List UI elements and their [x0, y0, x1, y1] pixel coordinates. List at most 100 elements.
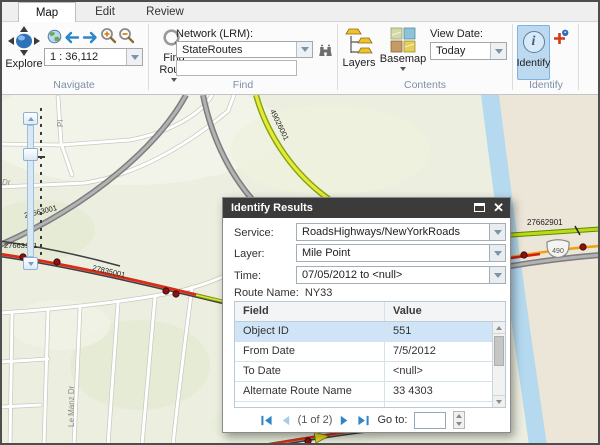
explore-button[interactable]: Explore: [4, 26, 44, 70]
dialog-title: Identify Results: [231, 202, 313, 214]
identify-route-crosshair-icon[interactable]: [551, 29, 569, 45]
zoom-in-icon[interactable]: [99, 27, 117, 43]
street-label: Pl: [56, 120, 65, 127]
identify-results-dialog: Identify Results ✕ Service: RoadsHighway…: [222, 197, 511, 433]
zoom-slider-ticks: [40, 108, 42, 256]
shield-label: 490: [552, 248, 564, 255]
identify-button[interactable]: i Identify: [517, 25, 550, 80]
spinner-up-icon: [456, 414, 462, 418]
basemap-icon: [390, 27, 416, 53]
service-combobox[interactable]: RoadsHighways/NewYorkRoads: [296, 223, 506, 241]
tab-map[interactable]: Map: [18, 2, 76, 22]
route-shield-490: 490: [547, 240, 569, 258]
identify-icon-letter: i: [532, 34, 536, 50]
chevron-down-icon: [495, 49, 503, 54]
page-indicator: (1 of 2): [298, 414, 333, 426]
basemap-button[interactable]: Basemap: [381, 27, 425, 71]
group-label-find: Find: [150, 79, 336, 91]
tab-review[interactable]: Review: [134, 2, 196, 22]
up-arrow-icon: [496, 326, 502, 330]
route-name-line: Route Name: NY33: [234, 287, 332, 299]
close-icon[interactable]: ✕: [493, 201, 504, 215]
column-header-value: Value: [385, 302, 505, 321]
field-cell: From Date: [235, 342, 385, 361]
table-row[interactable]: Object ID 551: [235, 322, 505, 342]
route-input[interactable]: [176, 60, 297, 76]
pagination-bar: (1 of 2) Go to:: [223, 410, 502, 430]
layer-dropdown-button[interactable]: [489, 245, 505, 261]
scale-combobox[interactable]: 1 : 36,112: [44, 48, 143, 66]
service-label: Service:: [234, 227, 274, 239]
goto-spinner[interactable]: [453, 411, 465, 429]
field-cell: Alternate Route Name: [235, 382, 385, 401]
goto-page-input[interactable]: [414, 412, 446, 429]
field-cell: Object ID: [235, 322, 385, 341]
back-arrow-icon[interactable]: [63, 29, 81, 45]
time-value: 07/05/2012 to <null>: [297, 267, 489, 283]
layer-value: Mile Point: [297, 245, 489, 261]
zoom-slider-down-button[interactable]: [23, 257, 38, 270]
forward-arrow-icon[interactable]: [81, 29, 99, 45]
zoom-slider-thumb[interactable]: [23, 148, 38, 161]
group-separator: [148, 24, 149, 90]
identify-icon: i: [523, 31, 545, 53]
table-row[interactable]: Alternate Route Name 33 4303: [235, 382, 505, 402]
view-date-combobox[interactable]: Today: [430, 42, 507, 60]
field-cell: To Date: [235, 362, 385, 381]
value-cell: 7/5/2012: [385, 342, 505, 361]
chevron-down-icon: [494, 230, 502, 235]
binoculars-icon[interactable]: [316, 43, 334, 59]
last-page-icon[interactable]: [357, 414, 370, 427]
scale-dropdown-button[interactable]: [126, 49, 142, 65]
group-label-identify: Identify: [513, 79, 579, 91]
chevron-down-icon: [131, 55, 139, 60]
table-scrollbar[interactable]: [492, 322, 505, 407]
service-value: RoadsHighways/NewYorkRoads: [297, 224, 489, 240]
goto-label: Go to:: [377, 414, 407, 426]
scrollbar-thumb[interactable]: [494, 336, 504, 366]
service-dropdown-button[interactable]: [489, 224, 505, 240]
scale-value: 1 : 36,112: [45, 49, 126, 65]
zoom-out-icon[interactable]: [117, 27, 135, 43]
ribbon: Map Edit Review Explore: [0, 0, 600, 95]
route-name-label: Route Name:: [234, 287, 299, 299]
up-arrow-icon: [28, 117, 34, 121]
layer-label: Layer:: [234, 248, 265, 260]
chevron-down-icon: [494, 251, 502, 256]
value-cell: 551: [385, 322, 505, 341]
table-row[interactable]: From Date 7/5/2012: [235, 342, 505, 362]
dialog-titlebar[interactable]: Identify Results ✕: [223, 198, 510, 218]
maximize-icon[interactable]: [474, 203, 485, 212]
globe-icon[interactable]: [45, 28, 63, 44]
group-separator: [578, 24, 579, 90]
explore-pan-icon: [6, 26, 42, 58]
zoom-slider[interactable]: [23, 112, 38, 270]
next-page-icon[interactable]: [339, 414, 350, 427]
chevron-down-icon: [301, 47, 309, 52]
street-label: Le Manz Dr: [67, 385, 76, 427]
group-label-navigate: Navigate: [0, 79, 148, 91]
layers-button[interactable]: Layers: [341, 27, 377, 69]
network-lrm-combobox[interactable]: StateRoutes: [176, 41, 313, 58]
scrollbar-down-button[interactable]: [493, 395, 505, 407]
tab-edit[interactable]: Edit: [76, 2, 134, 22]
spinner-down-icon: [456, 422, 462, 426]
down-arrow-icon: [496, 400, 502, 404]
view-date-dropdown-button[interactable]: [490, 43, 506, 59]
layer-combobox[interactable]: Mile Point: [296, 244, 506, 262]
previous-page-icon[interactable]: [280, 414, 291, 427]
scrollbar-up-button[interactable]: [493, 322, 505, 334]
value-cell: 33 4303: [385, 382, 505, 401]
table-row-partial: [235, 402, 505, 408]
time-combobox[interactable]: 07/05/2012 to <null>: [296, 266, 506, 284]
app-window: 490 27663001 27663101 27835001 49026001 …: [0, 0, 600, 445]
basemap-label: Basemap: [380, 54, 426, 65]
group-label-contents: Contents: [338, 79, 512, 91]
zoom-slider-track[interactable]: [27, 125, 34, 257]
first-page-icon[interactable]: [260, 414, 273, 427]
table-row[interactable]: To Date <null>: [235, 362, 505, 382]
zoom-slider-up-button[interactable]: [23, 112, 38, 125]
street-label: Dr: [2, 178, 11, 187]
network-lrm-dropdown-button[interactable]: [296, 42, 312, 57]
time-dropdown-button[interactable]: [489, 267, 505, 283]
